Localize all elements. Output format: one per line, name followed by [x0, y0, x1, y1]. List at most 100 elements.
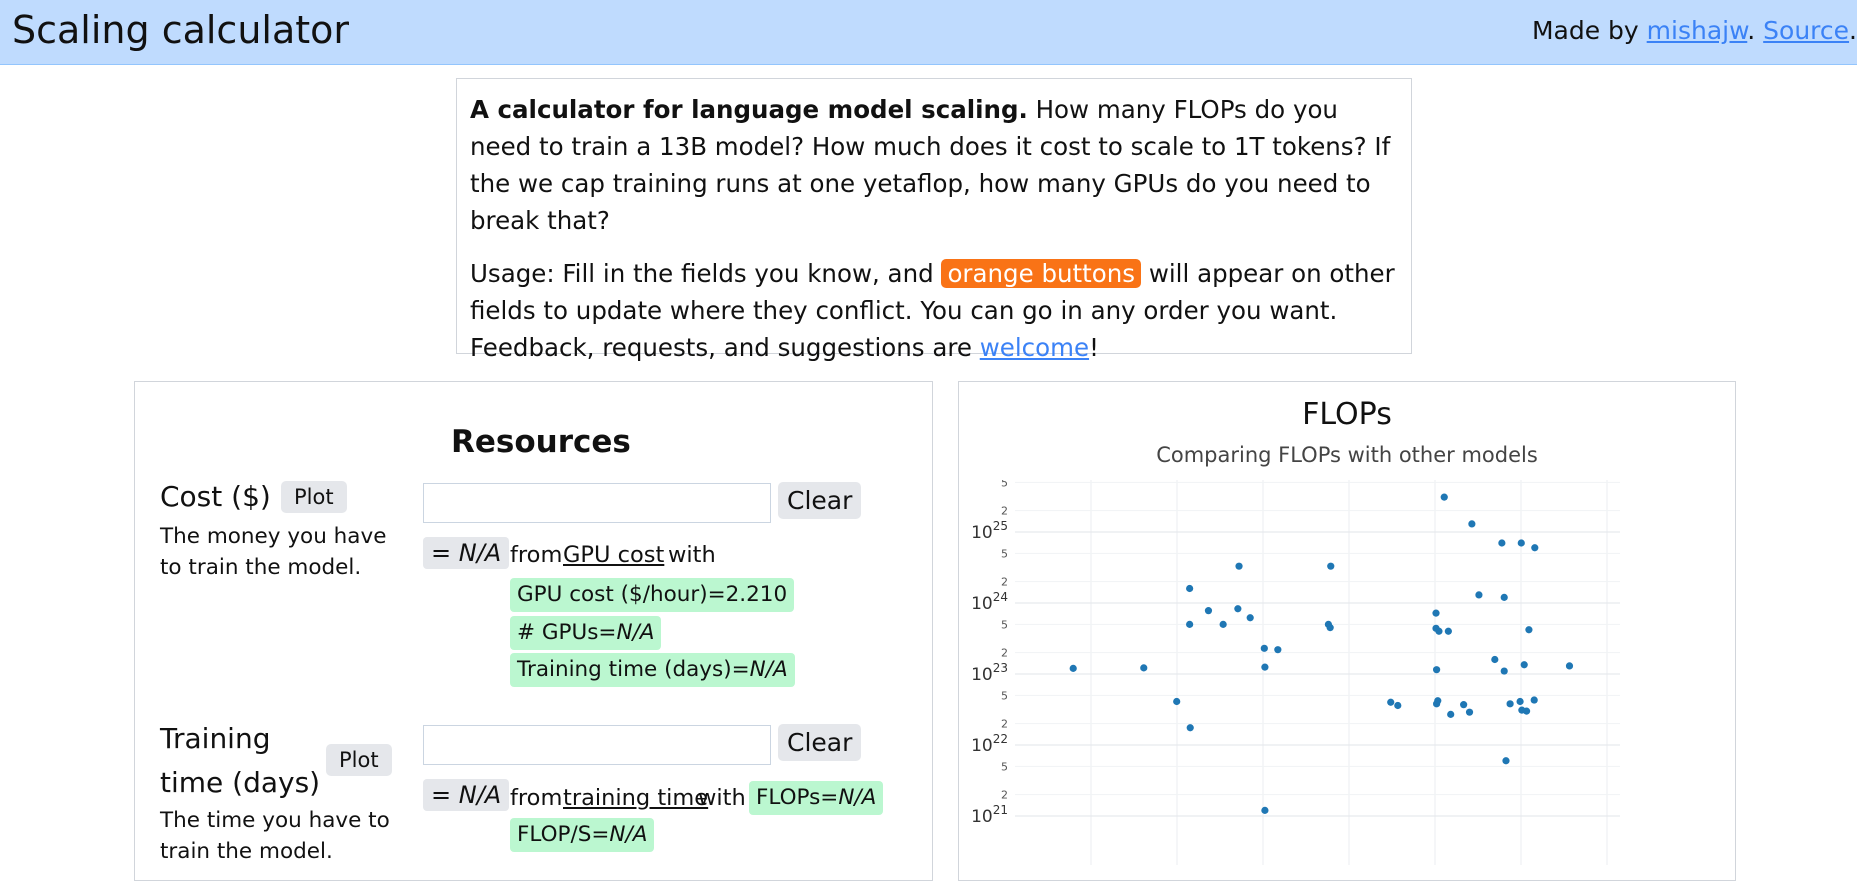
training-time-param-flops-per-second[interactable]: FLOP/S=N/A — [510, 818, 655, 852]
data-point[interactable] — [1219, 620, 1227, 628]
data-point[interactable] — [1531, 544, 1539, 552]
data-point[interactable] — [1235, 562, 1243, 570]
data-point[interactable] — [1246, 614, 1254, 622]
resources-title: Resources — [451, 424, 631, 460]
data-point[interactable] — [1506, 700, 1514, 708]
training-time-computed-value[interactable]: = N/A — [423, 779, 510, 811]
cost-computed-value[interactable]: = N/A — [423, 537, 510, 569]
data-point[interactable] — [1326, 624, 1334, 632]
data-point[interactable] — [1500, 593, 1508, 601]
cost-plot-button[interactable]: Plot — [281, 481, 347, 513]
chart-title: FLOPs — [1302, 397, 1392, 432]
data-point[interactable] — [1327, 562, 1335, 570]
data-point[interactable] — [1444, 627, 1452, 635]
data-point[interactable] — [1186, 724, 1194, 732]
flops-scatter-chart[interactable]: 102125102225102325102425102525 — [960, 480, 1620, 865]
y-minor-tick-label: 2 — [1001, 718, 1008, 731]
training-time-with-text: with — [698, 785, 746, 811]
intro-paragraph: A calculator for language model scaling.… — [470, 91, 1398, 239]
data-point[interactable] — [1387, 698, 1395, 706]
data-point[interactable] — [1261, 806, 1269, 814]
y-tick-label: 1022 — [971, 732, 1008, 756]
cost-param-training-time[interactable]: Training time (days)=N/A — [510, 653, 795, 687]
training-time-clear-button[interactable]: Clear — [778, 724, 862, 761]
y-minor-tick-label: 5 — [1001, 618, 1008, 631]
cost-formula-link[interactable]: GPU cost — [563, 538, 664, 572]
data-point[interactable] — [1173, 697, 1181, 706]
data-point[interactable] — [1468, 520, 1476, 528]
cost-description-line1: The money you have — [160, 524, 387, 549]
data-point[interactable] — [1565, 662, 1574, 670]
cost-eq-prefix: = — [431, 539, 459, 567]
training-time-formula-link[interactable]: training time — [563, 781, 708, 815]
y-tick-label: 1023 — [971, 661, 1008, 685]
data-point[interactable] — [1460, 701, 1468, 709]
data-point[interactable] — [1516, 697, 1524, 706]
cost-clear-button[interactable]: Clear — [778, 482, 862, 519]
data-point[interactable] — [1525, 626, 1533, 634]
cost-description-line2: to train the model. — [160, 555, 362, 580]
y-minor-tick-label: 5 — [1001, 480, 1008, 489]
data-point[interactable] — [1498, 539, 1506, 547]
data-point[interactable] — [1520, 661, 1528, 669]
welcome-link[interactable]: welcome — [980, 333, 1089, 362]
cost-with-text: with — [668, 542, 716, 568]
training-time-eq-value: N/A — [458, 781, 502, 809]
data-point[interactable] — [1475, 591, 1483, 599]
param-value: N/A — [616, 620, 655, 645]
y-minor-tick-label: 2 — [1001, 576, 1008, 589]
data-point[interactable] — [1069, 664, 1077, 672]
y-minor-tick-label: 2 — [1001, 505, 1008, 518]
data-point[interactable] — [1433, 666, 1441, 674]
data-point[interactable] — [1440, 493, 1448, 501]
cost-input[interactable] — [423, 483, 771, 523]
data-point[interactable] — [1517, 539, 1525, 547]
training-time-param-flops[interactable]: FLOPs=N/A — [749, 781, 884, 815]
data-point[interactable] — [1447, 710, 1455, 718]
data-point[interactable] — [1204, 607, 1213, 615]
training-time-eq-prefix: = — [431, 781, 459, 809]
param-name: GPU cost ($/hour)= — [517, 582, 726, 607]
param-value: 2.210 — [725, 582, 788, 607]
y-tick-label: 1021 — [971, 803, 1008, 827]
y-minor-tick-label: 2 — [1001, 789, 1008, 802]
data-point[interactable] — [1274, 646, 1282, 654]
data-point[interactable] — [1435, 627, 1443, 635]
param-name: FLOPs= — [756, 785, 839, 810]
orange-buttons-example: orange buttons — [941, 259, 1142, 288]
data-point[interactable] — [1186, 584, 1194, 593]
cost-param-gpu-cost[interactable]: GPU cost ($/hour)=2.210 — [510, 578, 795, 612]
data-point[interactable] — [1434, 697, 1442, 705]
data-point[interactable] — [1522, 707, 1531, 715]
y-minor-tick-label: 5 — [1001, 760, 1008, 773]
training-time-plot-button[interactable]: Plot — [326, 744, 392, 776]
param-value: N/A — [609, 822, 648, 847]
data-point[interactable] — [1261, 663, 1269, 671]
data-point[interactable] — [1491, 655, 1499, 664]
data-point[interactable] — [1260, 644, 1268, 652]
data-point[interactable] — [1186, 620, 1194, 628]
y-tick-label: 1024 — [971, 590, 1008, 614]
data-point[interactable] — [1500, 667, 1508, 675]
top-bar: Scaling calculator Made by mishajw. Sour… — [0, 0, 1857, 65]
usage-paragraph: Usage: Fill in the fields you know, and … — [470, 255, 1398, 366]
data-point[interactable] — [1234, 605, 1242, 613]
training-time-input[interactable] — [423, 725, 771, 765]
data-point[interactable] — [1432, 609, 1440, 617]
data-point[interactable] — [1140, 664, 1148, 672]
y-axis-ticks: 102125102225102325102425102525 — [971, 480, 1008, 827]
data-point[interactable] — [1530, 696, 1538, 704]
param-value: N/A — [749, 657, 788, 682]
data-point[interactable] — [1394, 701, 1402, 710]
cost-param-num-gpus[interactable]: # GPUs=N/A — [510, 616, 662, 650]
y-minor-tick-label: 5 — [1001, 689, 1008, 702]
training-time-label-line2: time (days) — [160, 766, 321, 799]
data-point[interactable] — [1465, 708, 1474, 716]
param-name: FLOP/S= — [517, 822, 610, 847]
cost-eq-value: N/A — [458, 539, 502, 567]
credit-suffix: . — [1849, 16, 1857, 45]
author-link[interactable]: mishajw — [1647, 16, 1748, 45]
cost-from-text: from — [510, 542, 563, 568]
source-link[interactable]: Source — [1763, 16, 1849, 45]
data-point[interactable] — [1502, 757, 1510, 765]
